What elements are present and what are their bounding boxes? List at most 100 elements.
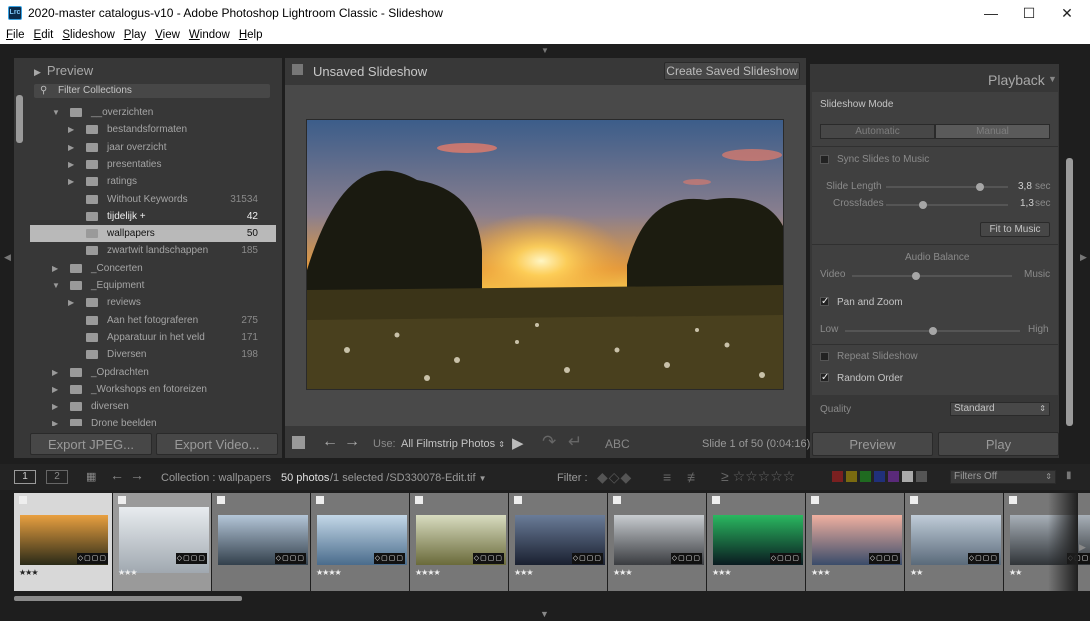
random-order-checkbox[interactable]: ✓	[820, 373, 829, 383]
automatic-mode-button[interactable]: Automatic	[820, 124, 935, 139]
flag-icon[interactable]	[514, 496, 522, 504]
slide-length-slider[interactable]	[886, 183, 1008, 191]
flag-icon[interactable]	[712, 496, 720, 504]
preview-button[interactable]: Preview	[812, 432, 933, 456]
collection-row[interactable]: ▶ presentaties	[30, 156, 276, 173]
collapsed-triangle-icon[interactable]: ▶	[52, 381, 58, 398]
collapse-left-icon[interactable]: ◀	[4, 252, 11, 263]
expanded-triangle-icon[interactable]: ▼	[52, 104, 60, 121]
collapse-bottom-icon[interactable]: ▼	[540, 609, 549, 619]
collection-row[interactable]: wallpapers 50	[30, 225, 276, 243]
crossfades-value[interactable]: 1,3	[1020, 198, 1034, 209]
collection-row[interactable]: ▶ diversen	[30, 398, 276, 415]
screen-2-button[interactable]: 2	[46, 470, 68, 484]
collection-row[interactable]: ▶ jaar overzicht	[30, 139, 276, 156]
collection-row[interactable]: ▼ _Equipment	[30, 277, 276, 294]
slide-length-value[interactable]: 3,8	[1018, 181, 1032, 192]
collapse-right-icon[interactable]: ▶	[1080, 252, 1087, 263]
collapsed-triangle-icon[interactable]: ▶	[68, 156, 74, 173]
collection-row[interactable]: tijdelijk + 42	[30, 208, 276, 225]
filmstrip-next-icon[interactable]: ▶	[1079, 542, 1086, 553]
badge-icons[interactable]: ◇▢▢▢	[868, 553, 900, 564]
rating-filter-stars[interactable]: ≥ ☆☆☆☆☆	[721, 468, 795, 485]
rotate-clockwise-icon[interactable]: ↷	[542, 432, 556, 452]
lock-icon[interactable]: ▮	[1066, 470, 1078, 482]
filmstrip-scrollbar[interactable]	[14, 596, 242, 601]
collection-row[interactable]: ▼ __overzichten	[30, 104, 276, 121]
manual-mode-button[interactable]: Manual	[935, 124, 1050, 139]
badge-icons[interactable]: ◇▢▢▢	[373, 553, 405, 564]
collapsed-triangle-icon[interactable]: ▶	[52, 364, 58, 381]
selected-info[interactable]: /1 selected /SD330078-Edit.tif ▼	[330, 472, 487, 484]
flag-icon[interactable]	[316, 496, 324, 504]
collection-row[interactable]: ▶ _Workshops en fotoreizen	[30, 381, 276, 398]
edit-filter-icon[interactable]: ≡	[663, 469, 671, 485]
toggle-icon[interactable]	[292, 64, 303, 75]
filmstrip-thumbnail[interactable]: ◇▢▢▢ ★★★	[707, 493, 805, 591]
badge-icons[interactable]: ◇▢▢▢	[769, 553, 801, 564]
flag-icon[interactable]	[613, 496, 621, 504]
flag-icon[interactable]	[910, 496, 918, 504]
collapsed-triangle-icon[interactable]: ▶	[68, 139, 74, 156]
badge-icons[interactable]: ◇▢▢▢	[670, 553, 702, 564]
menu-view[interactable]: View	[155, 27, 180, 44]
collection-row[interactable]: ▶ _Opdrachten	[30, 364, 276, 381]
badge-icons[interactable]: ◇▢▢▢	[967, 553, 999, 564]
right-scrollbar[interactable]	[1066, 158, 1073, 426]
flag-icon[interactable]	[1009, 496, 1017, 504]
add-text-button[interactable]: ABC	[605, 437, 630, 451]
play-icon[interactable]: ▶	[512, 434, 524, 452]
collapsed-triangle-icon[interactable]: ▶	[68, 121, 74, 138]
badge-icons[interactable]: ◇▢▢▢	[472, 553, 504, 564]
audio-balance-slider[interactable]	[852, 272, 1012, 280]
custom-label-icon[interactable]	[902, 471, 914, 482]
menu-play[interactable]: Play	[124, 27, 146, 44]
yellow-label-icon[interactable]	[846, 471, 858, 482]
flag-icon[interactable]	[811, 496, 819, 504]
slider-knob[interactable]	[912, 272, 920, 280]
green-label-icon[interactable]	[860, 471, 872, 482]
filmstrip-thumbnail[interactable]: ◇▢▢▢ ★★★	[608, 493, 706, 591]
menu-file[interactable]: File	[6, 27, 25, 44]
repeat-checkbox[interactable]	[820, 352, 829, 361]
collapsed-triangle-icon[interactable]: ▶	[52, 398, 58, 415]
collapsed-triangle-icon[interactable]: ▶	[52, 260, 58, 277]
filters-select[interactable]: Filters Off ⇕	[950, 470, 1056, 484]
collection-row[interactable]: Diversen 198	[30, 346, 276, 363]
collection-row[interactable]: zwartwit landschappen 185	[30, 242, 276, 259]
previous-slide-icon[interactable]: ←	[322, 433, 338, 451]
next-slide-icon[interactable]: →	[344, 433, 360, 451]
filter-collections-field[interactable]: ⚲ Filter Collections	[34, 84, 270, 98]
edit-filter-off-icon[interactable]: ≢	[687, 469, 701, 485]
badge-icons[interactable]: ◇▢▢▢	[175, 553, 207, 564]
filmstrip-thumbnail[interactable]: ◇▢▢▢	[212, 493, 310, 591]
left-scrollbar[interactable]	[16, 95, 23, 143]
menu-window[interactable]: Window	[189, 27, 230, 44]
fit-to-music-button[interactable]: Fit to Music	[980, 222, 1050, 237]
slider-knob[interactable]	[918, 201, 927, 209]
blue-label-icon[interactable]	[874, 471, 886, 482]
forward-icon[interactable]: →	[130, 467, 144, 483]
flag-icon[interactable]	[118, 496, 126, 504]
slider-knob[interactable]	[975, 183, 984, 191]
filmstrip-thumbnail[interactable]: ◇▢▢▢ ★★	[905, 493, 1003, 591]
play-button[interactable]: Play	[938, 432, 1059, 456]
slider-knob[interactable]	[928, 327, 937, 335]
pan-zoom-slider[interactable]	[845, 327, 1020, 335]
export-jpeg-button[interactable]: Export JPEG...	[30, 433, 152, 455]
grid-view-icon[interactable]: ▦	[86, 470, 98, 483]
playback-header[interactable]: Playback	[988, 72, 1045, 88]
pan-zoom-checkbox[interactable]: ✓	[820, 297, 829, 307]
collapse-top-icon[interactable]: ▼	[541, 46, 549, 55]
flag-filter-icons[interactable]: ◆◇◆	[597, 469, 632, 486]
no-label-icon[interactable]	[916, 471, 928, 482]
purple-label-icon[interactable]	[888, 471, 900, 482]
crossfades-slider[interactable]	[886, 201, 1008, 209]
flag-icon[interactable]	[415, 496, 423, 504]
collapse-triangle-icon[interactable]: ▼	[1048, 74, 1057, 84]
flag-icon[interactable]	[19, 496, 27, 504]
collection-row[interactable]: ▶ bestandsformaten	[30, 121, 276, 138]
export-video-button[interactable]: Export Video...	[156, 433, 278, 455]
back-icon[interactable]: ←	[110, 467, 124, 483]
collapsed-triangle-icon[interactable]: ▶	[68, 294, 74, 311]
